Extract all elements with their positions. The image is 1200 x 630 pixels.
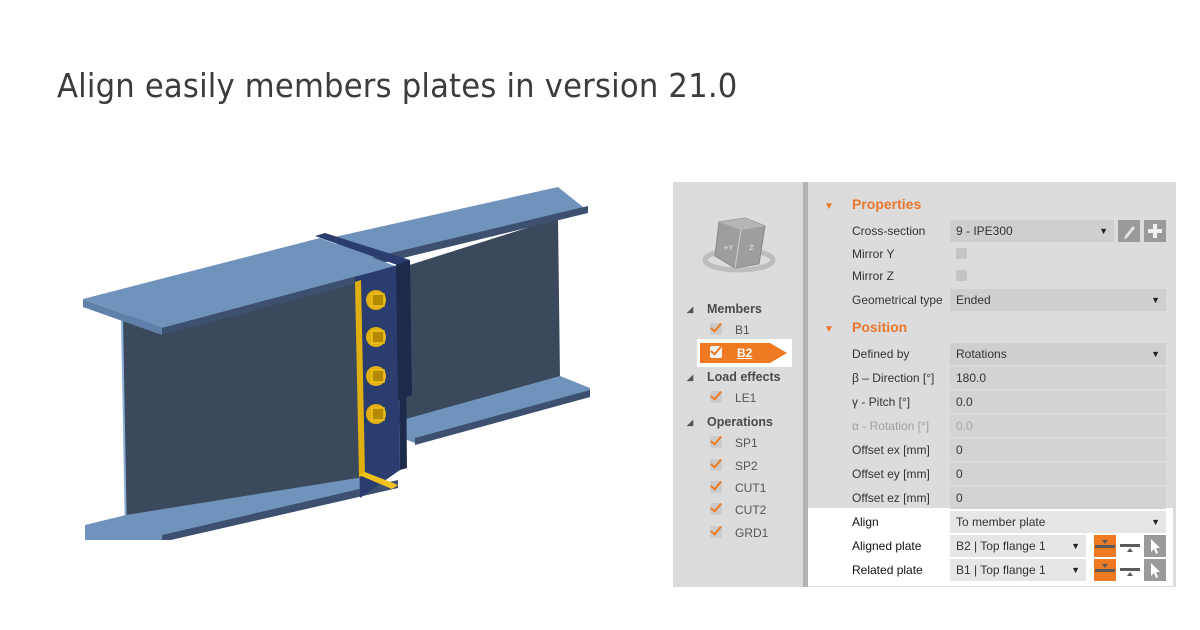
mirror-z-checkbox[interactable] <box>956 270 967 281</box>
checkbox-checked-icon[interactable] <box>710 346 722 358</box>
tree-item-cut2[interactable]: CUT2 <box>710 500 766 520</box>
dropdown-icon: ▼ <box>1071 541 1080 551</box>
pick-plate-button[interactable] <box>1144 535 1166 557</box>
tree-item-le1[interactable]: LE1 <box>710 388 756 408</box>
row-aligned-plate: Aligned plate B2 | Top flange 1 ▼ <box>808 535 1166 557</box>
align-top-button[interactable] <box>1094 535 1116 557</box>
tree-item-grd1[interactable]: GRD1 <box>710 523 768 543</box>
properties-grid: ▼ Properties Cross-section 9 - IPE300 ▼ M… <box>808 182 1176 587</box>
bolt <box>366 404 386 424</box>
aligned-plate-select[interactable]: B2 | Top flange 1 ▼ <box>950 535 1086 557</box>
svg-text:+Y: +Y <box>723 244 734 252</box>
align-bottom-surface-icon <box>1120 544 1140 552</box>
pencil-icon <box>1124 226 1135 239</box>
section-collapse-icon[interactable]: ▼ <box>824 320 852 340</box>
direction-input[interactable]: 180.0 <box>950 367 1166 389</box>
page-headline: Align easily members plates in version 2… <box>57 66 738 105</box>
bolt <box>366 327 386 347</box>
align-bottom-surface-icon <box>1120 568 1140 576</box>
section-position[interactable]: ▼ Position <box>824 317 907 337</box>
tree-group-load-effects[interactable]: ◢ Load effects <box>687 368 781 386</box>
tree-item-b2-selected[interactable]: B2 <box>697 339 792 367</box>
dropdown-icon: ▼ <box>1099 226 1108 236</box>
plus-icon <box>1148 224 1162 238</box>
collapse-icon[interactable]: ◢ <box>687 414 707 432</box>
dropdown-icon: ▼ <box>1151 295 1160 305</box>
bolt <box>366 366 386 386</box>
collapse-icon[interactable]: ◢ <box>687 369 707 387</box>
row-mirror-z: Mirror Z <box>808 265 1166 287</box>
row-related-plate: Related plate B1 | Top flange 1 ▼ <box>808 559 1166 581</box>
bolt <box>366 290 386 310</box>
svg-text:Z: Z <box>749 244 754 252</box>
cross-section-select[interactable]: 9 - IPE300 ▼ <box>950 220 1114 242</box>
tree-item-sp2[interactable]: SP2 <box>710 456 758 476</box>
collapse-icon[interactable]: ◢ <box>687 301 707 319</box>
navigation-cube-icon[interactable]: +Y Z <box>701 212 781 274</box>
row-geometrical-type: Geometrical type Ended ▼ <box>808 289 1166 311</box>
beam-3d-view[interactable] <box>80 180 600 540</box>
member-panel: +Y Z ◢ Members B1 B2 ◢ Load effects LE1 ◢ O… <box>673 182 1176 587</box>
dropdown-icon: ▼ <box>1151 517 1160 527</box>
row-defined-by: Defined by Rotations ▼ <box>808 343 1166 365</box>
tree-item-b1[interactable]: B1 <box>710 320 750 340</box>
pitch-input[interactable]: 0.0 <box>950 391 1166 413</box>
section-collapse-icon[interactable]: ▼ <box>824 197 852 217</box>
offset-ez-input[interactable]: 0 <box>950 487 1166 509</box>
cursor-pick-icon <box>1151 539 1160 554</box>
tree-item-sp1[interactable]: SP1 <box>710 433 758 453</box>
tree-item-cut1[interactable]: CUT1 <box>710 478 766 498</box>
related-align-top-button[interactable] <box>1094 559 1116 581</box>
dropdown-icon: ▼ <box>1071 565 1080 575</box>
align-select[interactable]: To member plate ▼ <box>950 511 1166 533</box>
checkbox-checked-icon[interactable] <box>710 390 722 403</box>
checkbox-checked-icon[interactable] <box>710 322 722 335</box>
cursor-pick-icon <box>1151 563 1160 578</box>
align-bottom-button[interactable] <box>1119 535 1141 557</box>
tree-group-members[interactable]: ◢ Members <box>687 300 762 318</box>
add-cross-section-button[interactable] <box>1144 220 1166 242</box>
row-cross-section: Cross-section 9 - IPE300 ▼ <box>808 220 1166 242</box>
row-align: Align To member plate ▼ <box>808 511 1166 533</box>
geometrical-type-select[interactable]: Ended ▼ <box>950 289 1166 311</box>
offset-ex-input[interactable]: 0 <box>950 439 1166 461</box>
row-pitch: γ - Pitch [°] 0.0 <box>808 391 1166 413</box>
row-direction: β – Direction [°] 180.0 <box>808 367 1166 389</box>
row-offset-ey: Offset ey [mm] 0 <box>808 463 1166 485</box>
checkbox-checked-icon[interactable] <box>710 525 722 538</box>
align-top-surface-icon <box>1095 540 1115 548</box>
related-align-bottom-button[interactable] <box>1119 559 1141 581</box>
align-top-surface-icon <box>1095 564 1115 572</box>
checkbox-checked-icon[interactable] <box>710 458 722 471</box>
row-offset-ez: Offset ez [mm] 0 <box>808 487 1166 509</box>
row-mirror-y: Mirror Y <box>808 243 1166 265</box>
mirror-y-checkbox[interactable] <box>956 248 967 259</box>
model-tree: +Y Z ◢ Members B1 B2 ◢ Load effects LE1 ◢ O… <box>673 182 803 587</box>
checkbox-checked-icon[interactable] <box>710 480 722 493</box>
tree-group-operations[interactable]: ◢ Operations <box>687 413 773 431</box>
row-rotation: α - Rotation [°] 0.0 <box>808 415 1166 437</box>
edit-cross-section-button[interactable] <box>1118 220 1140 242</box>
checkbox-checked-icon[interactable] <box>710 435 722 448</box>
row-offset-ex: Offset ex [mm] 0 <box>808 439 1166 461</box>
related-plate-select[interactable]: B1 | Top flange 1 ▼ <box>950 559 1086 581</box>
rotation-input: 0.0 <box>950 415 1166 437</box>
defined-by-select[interactable]: Rotations ▼ <box>950 343 1166 365</box>
section-properties[interactable]: ▼ Properties <box>824 194 921 214</box>
related-pick-plate-button[interactable] <box>1144 559 1166 581</box>
offset-ey-input[interactable]: 0 <box>950 463 1166 485</box>
checkbox-checked-icon[interactable] <box>710 502 722 515</box>
dropdown-icon: ▼ <box>1151 349 1160 359</box>
